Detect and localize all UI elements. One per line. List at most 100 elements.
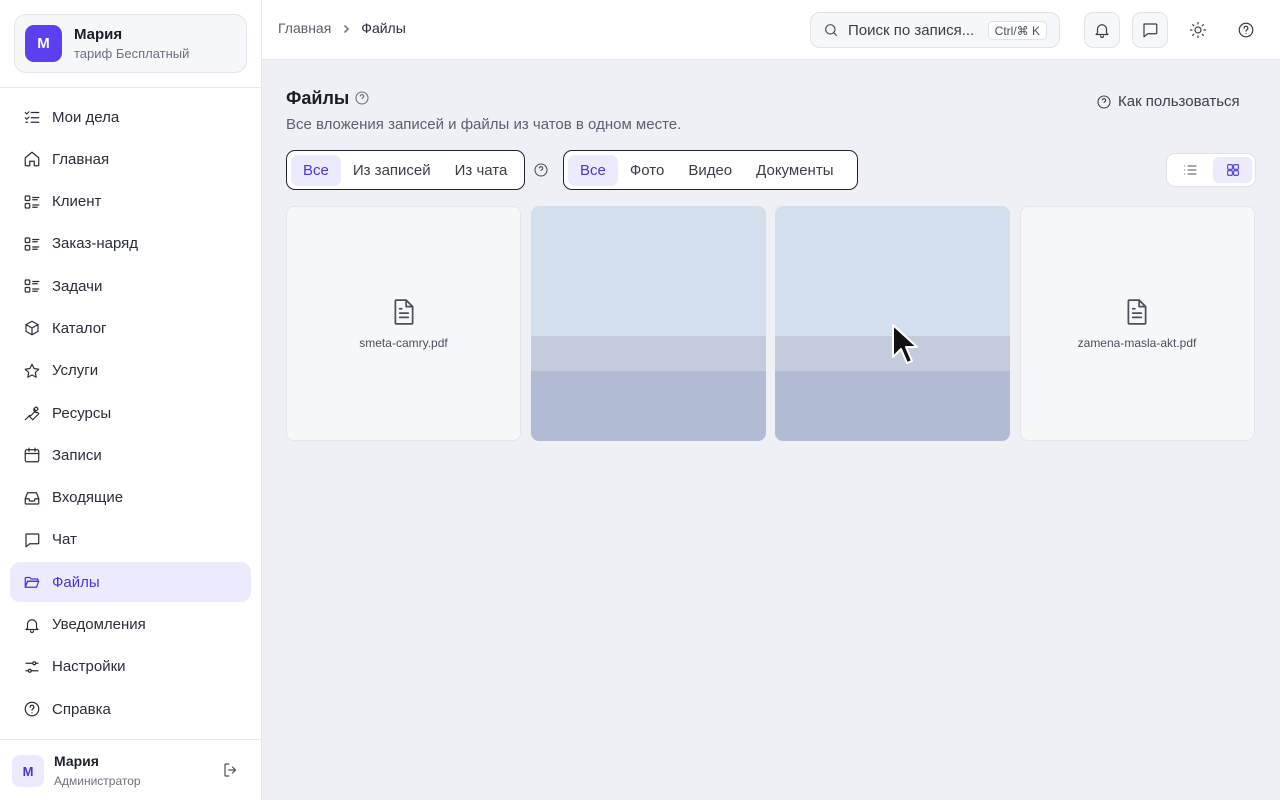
user-role: Администратор (54, 774, 141, 788)
file-name: smeta-camry.pdf (359, 335, 448, 350)
sidebar-item-label: Уведомления (52, 616, 146, 634)
how-to-use-link[interactable]: Как пользоваться (1096, 93, 1240, 110)
list-icon (22, 234, 42, 254)
chevron-right-icon (340, 22, 352, 34)
sidebar-item-notifications[interactable]: Уведомления (10, 605, 251, 645)
list-view-button[interactable] (1170, 157, 1209, 183)
how-to-use-label: Как пользоваться (1118, 93, 1240, 110)
help-circle-icon[interactable] (354, 90, 370, 106)
source-filter: Все Из записей Из чата (286, 150, 525, 190)
list-icon (22, 276, 42, 296)
help-button[interactable] (1228, 12, 1264, 48)
sidebar-item-label: Задачи (52, 277, 103, 295)
box-icon (22, 318, 42, 338)
image-thumbnail (530, 371, 766, 441)
sidebar-item-label: Чат (52, 531, 77, 549)
type-filter-documents[interactable]: Документы (744, 155, 845, 186)
sidebar-nav: Мои дела Главная Клиент Заказ-наряд Зада… (10, 97, 251, 731)
logout-icon[interactable] (222, 761, 242, 781)
type-filter-video[interactable]: Видео (676, 155, 744, 186)
sidebar-item-label: Каталог (52, 319, 107, 337)
breadcrumb: Главная Файлы (278, 20, 406, 36)
current-user: М Мария Администратор (12, 752, 250, 790)
help-circle-icon[interactable] (533, 162, 549, 178)
sidebar-item-label: Справка (52, 700, 111, 718)
image-thumbnail (775, 371, 1010, 441)
sidebar-item-home[interactable]: Главная (10, 139, 251, 179)
notifications-button[interactable] (1084, 12, 1120, 48)
sidebar-item-label: Записи (52, 446, 102, 464)
workspace-owner-name: Мария (74, 25, 123, 43)
workspace-avatar: М (25, 25, 62, 62)
list-icon (22, 192, 42, 212)
search-icon (825, 24, 837, 36)
sidebar-item-label: Клиент (52, 193, 102, 211)
sidebar-item-my-tasks[interactable]: Мои дела (10, 97, 251, 137)
chat-button[interactable] (1132, 12, 1168, 48)
list-icon (1183, 165, 1197, 175)
chat-icon (1143, 23, 1158, 38)
topbar: Главная Файлы Поиск по запися... Ctrl/⌘ … (262, 0, 1280, 60)
sidebar-item-label: Услуги (52, 362, 99, 380)
file-tile[interactable]: smeta-camry.pdf (286, 206, 521, 441)
sliders-icon (22, 657, 42, 677)
plan-label: тариф Бесплатный (74, 45, 190, 61)
type-filter-all[interactable]: Все (568, 154, 618, 186)
files-grid: smeta-camry.pdf zamena-masla-akt.pdf (286, 206, 1256, 441)
home-icon (22, 149, 42, 169)
sidebar-item-inbox[interactable]: Входящие (10, 478, 251, 518)
search-input[interactable]: Поиск по запися... Ctrl/⌘ K (810, 12, 1060, 48)
help-circle-icon (22, 699, 42, 719)
inbox-icon (22, 488, 42, 508)
sun-icon (1189, 21, 1207, 39)
sidebar: М Мария тариф Бесплатный Мои дела Главна… (0, 0, 262, 800)
sidebar-item-label: Мои дела (52, 108, 120, 126)
breadcrumb-current: Файлы (361, 20, 406, 36)
workspace-profile-card[interactable]: М Мария тариф Бесплатный (14, 14, 247, 73)
sidebar-item-tasks[interactable]: Задачи (10, 266, 251, 306)
sidebar-item-label: Заказ-наряд (52, 235, 139, 253)
type-filter-photo[interactable]: Фото (618, 155, 676, 186)
document-icon (391, 298, 417, 326)
theme-toggle-button[interactable] (1180, 12, 1216, 48)
sidebar-item-work-order[interactable]: Заказ-наряд (10, 224, 251, 264)
avatar: М (12, 755, 44, 787)
page-title: Файлы (286, 88, 350, 108)
grid-icon (1226, 164, 1239, 176)
sidebar-item-client[interactable]: Клиент (10, 182, 251, 222)
sidebar-item-chat[interactable]: Чат (10, 520, 251, 560)
sidebar-item-resources[interactable]: Ресурсы (10, 393, 251, 433)
document-icon (1124, 298, 1150, 326)
sidebar-divider (0, 739, 261, 740)
search-shortcut-badge: Ctrl/⌘ K (987, 21, 1047, 40)
grid-view-button[interactable] (1213, 157, 1252, 183)
sidebar-item-appointments[interactable]: Записи (10, 435, 251, 475)
calendar-icon (22, 445, 42, 465)
sidebar-item-settings[interactable]: Настройки (10, 647, 251, 687)
file-tile-image[interactable] (530, 206, 766, 441)
source-filter-all[interactable]: Все (291, 154, 341, 186)
image-thumbnail (775, 336, 1010, 371)
chat-icon (22, 530, 42, 550)
sidebar-item-help[interactable]: Справка (10, 689, 251, 729)
file-tile[interactable]: zamena-masla-akt.pdf (1019, 206, 1255, 441)
sidebar-item-label: Главная (52, 150, 110, 168)
sidebar-item-files[interactable]: Файлы (10, 562, 251, 603)
source-filter-chat[interactable]: Из чата (443, 155, 520, 186)
image-thumbnail (530, 336, 766, 371)
source-filter-records[interactable]: Из записей (341, 155, 443, 186)
sidebar-item-label: Файлы (52, 573, 100, 591)
help-circle-icon (1097, 94, 1111, 109)
folder-icon (22, 572, 42, 592)
sidebar-item-catalog[interactable]: Каталог (10, 308, 251, 348)
help-circle-icon (1238, 22, 1254, 38)
sidebar-item-label: Настройки (52, 658, 126, 676)
sidebar-item-label: Входящие (52, 489, 124, 507)
breadcrumb-home[interactable]: Главная (278, 20, 331, 36)
sidebar-item-services[interactable]: Услуги (10, 351, 251, 391)
bell-icon (22, 615, 42, 635)
sidebar-divider (0, 87, 261, 88)
star-icon (22, 361, 42, 381)
file-tile-image[interactable] (775, 206, 1010, 441)
file-name: zamena-masla-akt.pdf (1077, 335, 1197, 350)
